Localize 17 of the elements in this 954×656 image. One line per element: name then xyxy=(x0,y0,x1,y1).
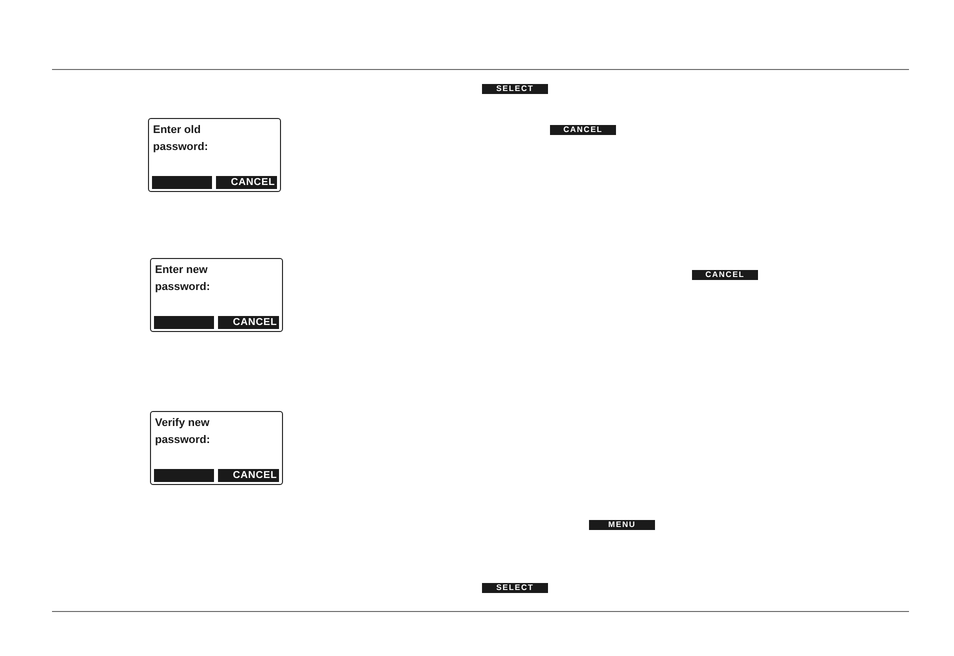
softkey-label: SELECT xyxy=(482,583,548,593)
softkey-label: CANCEL xyxy=(550,125,616,135)
softkey-label: CANCEL xyxy=(216,176,277,189)
screen-text: password: xyxy=(152,140,210,155)
screen-text: Enter old xyxy=(152,123,202,138)
empty-softkey-icon xyxy=(152,176,212,189)
softkey-label: CANCEL xyxy=(218,316,279,329)
empty-softkey-icon xyxy=(154,469,214,482)
screen-text: password: xyxy=(154,433,212,448)
softkey-label: CANCEL xyxy=(692,270,758,280)
screen-text: password: xyxy=(154,280,212,295)
softkey-label: SELECT xyxy=(482,84,548,94)
empty-softkey-icon xyxy=(154,316,214,329)
softkey-label: CANCEL xyxy=(218,469,279,482)
softkey-label: MENU xyxy=(589,520,655,530)
screen-text: Verify new xyxy=(154,416,210,431)
screen-text: Enter new xyxy=(154,263,209,278)
